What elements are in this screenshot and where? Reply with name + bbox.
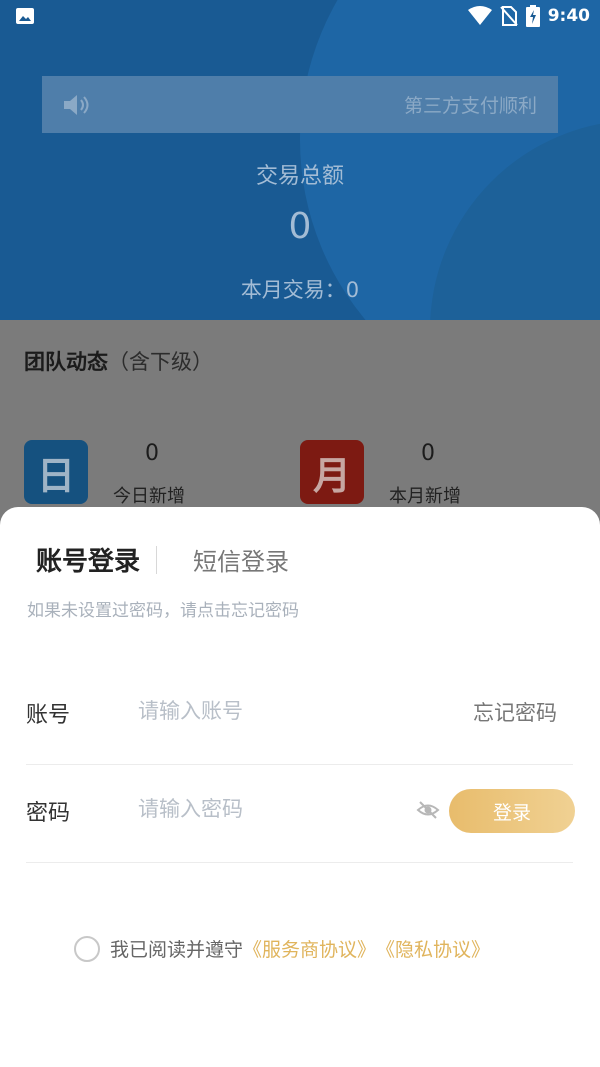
login-button[interactable]: 登录 (449, 789, 575, 833)
total-value: 0 (288, 206, 312, 247)
status-time: 9:40 (547, 6, 590, 26)
team-title: 团队动态 (24, 350, 108, 374)
forgot-password-link[interactable]: 忘记密码 (473, 697, 557, 727)
month-new-value: 0 (421, 441, 435, 466)
notice-text: 第三方支付顺利 (404, 95, 538, 117)
battery-charging-icon (525, 5, 540, 27)
wifi-icon (467, 6, 492, 25)
eye-hidden-icon[interactable] (416, 798, 440, 822)
password-input[interactable] (138, 791, 408, 827)
status-bar: 9:40 (0, 0, 600, 32)
no-sim-icon (499, 6, 518, 26)
day-icon: 日 (24, 440, 88, 504)
today-new-value: 0 (145, 441, 159, 466)
login-hint: 如果未设置过密码，请点击忘记密码 (27, 601, 299, 621)
dashboard-header: 第三方支付顺利 交易总额 0 本月交易：0 (0, 0, 600, 320)
account-input[interactable] (138, 693, 438, 729)
agree-checkbox[interactable] (74, 935, 100, 962)
account-label: 账号 (26, 703, 71, 728)
tab-divider (156, 545, 158, 574)
image-notification-icon (16, 8, 34, 24)
agreement-row: 我已阅读并遵守 《服务商协议》 《隐私协议》 (74, 935, 490, 962)
month-new-label: 本月新增 (389, 486, 461, 507)
tab-account-login[interactable]: 账号登录 (36, 541, 140, 578)
privacy-agreement-link[interactable]: 《隐私协议》 (376, 935, 490, 962)
team-section-title: 团队动态（含下级） (24, 346, 213, 376)
today-new-label: 今日新增 (113, 486, 185, 507)
password-row: 密码 登录 (26, 765, 575, 863)
tab-sms-login[interactable]: 短信登录 (193, 542, 289, 577)
login-tabs: 账号登录 短信登录 (36, 541, 289, 578)
service-agreement-link[interactable]: 《服务商协议》 (243, 935, 376, 962)
password-label: 密码 (26, 801, 71, 826)
total-title: 交易总额 (255, 164, 344, 189)
month-trade: 本月交易：0 (240, 278, 360, 302)
team-subtitle: （含下级） (108, 350, 213, 374)
login-sheet: 账号登录 短信登录 如果未设置过密码，请点击忘记密码 账号 忘记密码 密码 登录… (0, 507, 600, 1067)
speaker-icon (64, 95, 89, 115)
month-icon: 月 (300, 440, 364, 504)
account-row: 账号 忘记密码 (26, 667, 573, 765)
agree-text: 我已阅读并遵守 (110, 939, 244, 961)
notice-bar[interactable]: 第三方支付顺利 (42, 76, 558, 133)
